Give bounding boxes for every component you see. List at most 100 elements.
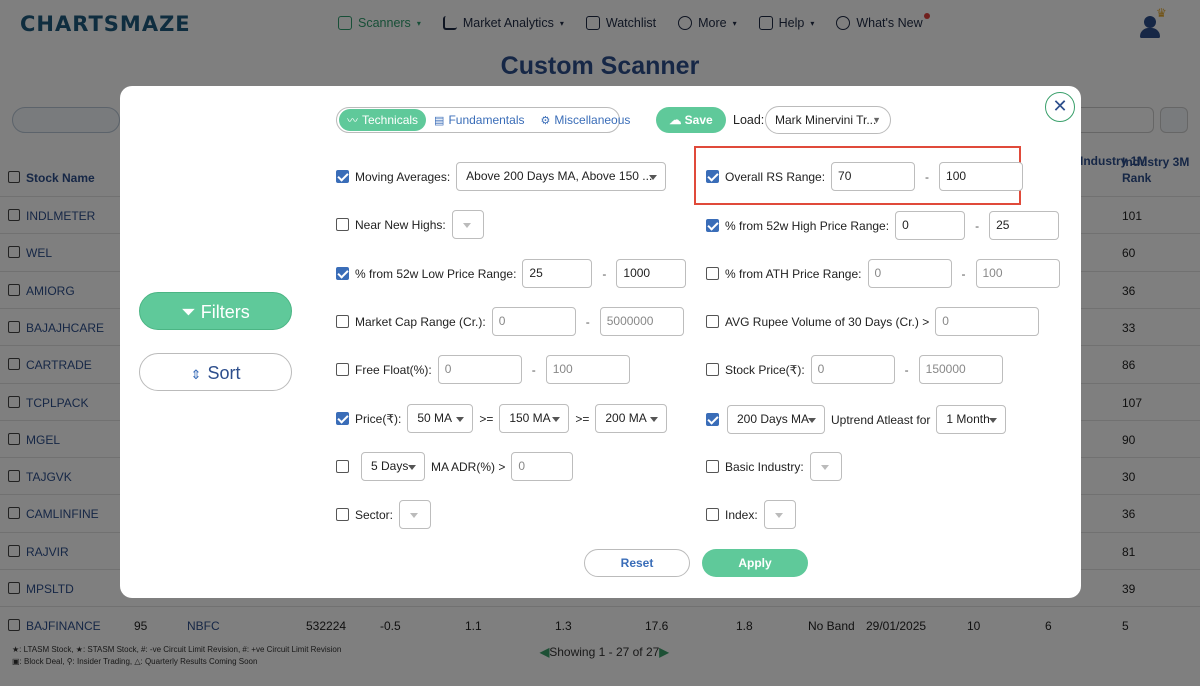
moving-averages-row: Moving Averages: Above 200 Days MA, Abov… bbox=[336, 162, 667, 191]
close-button[interactable]: ✕ bbox=[1045, 92, 1075, 122]
overall-rs-label: Overall RS Range: bbox=[725, 169, 826, 184]
low-price-range-row: % from 52w Low Price Range: 25 - 1000 bbox=[336, 259, 687, 288]
sector-checkbox[interactable] bbox=[336, 508, 349, 521]
range-dash: - bbox=[975, 218, 980, 233]
stock-price-min-input[interactable]: 0 bbox=[810, 355, 895, 384]
stock-price-max-input[interactable]: 150000 bbox=[918, 355, 1003, 384]
filters-label: Filters bbox=[200, 302, 250, 322]
ma-adr-checkbox[interactable] bbox=[336, 460, 349, 473]
price-ma2-select[interactable]: 150 MA bbox=[499, 404, 570, 433]
custom-scanner-modal: ✕ 〰 Technicals ▤ Fundamentals ⚙ Miscellaneo… bbox=[120, 86, 1081, 598]
near-new-highs-row: Near New Highs: bbox=[336, 210, 484, 239]
price-label: Price(₹): bbox=[355, 411, 402, 426]
uptrend-ma-select[interactable]: 200 Days MA bbox=[727, 405, 825, 434]
ma-adr-row: 5 Days MA ADR(%) > 0 bbox=[336, 452, 574, 481]
avg-rupee-volume-row: AVG Rupee Volume of 30 Days (Cr.) > 0 bbox=[706, 307, 1040, 336]
high-price-range-row: % from 52w High Price Range: 0 - 25 bbox=[706, 211, 1060, 240]
funnel-icon: ⏷ bbox=[181, 302, 201, 322]
uptrend-period-select[interactable]: 1 Month bbox=[936, 405, 1007, 434]
basic-industry-row: Basic Industry: bbox=[706, 452, 842, 481]
filters-button[interactable]: ⏷ Filters bbox=[139, 292, 292, 330]
high-price-min-input[interactable]: 0 bbox=[895, 211, 966, 240]
range-dash: - bbox=[904, 362, 909, 377]
uptrend-checkbox[interactable] bbox=[706, 413, 719, 426]
avg-rupee-volume-checkbox[interactable] bbox=[706, 315, 719, 328]
ma-adr-input[interactable]: 0 bbox=[511, 452, 574, 481]
price-ma3-select[interactable]: 200 MA bbox=[595, 404, 668, 433]
save-label: Save bbox=[684, 113, 713, 127]
uptrend-label: Uptrend Atleast for bbox=[831, 412, 931, 427]
overall-rs-max-input[interactable]: 100 bbox=[939, 162, 1024, 191]
range-dash: - bbox=[602, 266, 607, 281]
filter-tabs: 〰 Technicals ▤ Fundamentals ⚙ Miscellaneous bbox=[336, 107, 630, 133]
tab-fundamentals[interactable]: ▤ Fundamentals bbox=[426, 109, 532, 131]
ath-max-input[interactable]: 100 bbox=[975, 259, 1060, 288]
avg-rupee-volume-label: AVG Rupee Volume of 30 Days (Cr.) > bbox=[725, 314, 930, 329]
market-cap-max-input[interactable]: 5000000 bbox=[599, 307, 684, 336]
ma-adr-period-select[interactable]: 5 Days bbox=[361, 452, 425, 481]
index-label: Index: bbox=[725, 507, 758, 522]
stock-price-label: Stock Price(₹): bbox=[725, 362, 805, 377]
tab-miscellaneous-label: Miscellaneous bbox=[554, 113, 631, 127]
high-price-range-checkbox[interactable] bbox=[706, 219, 719, 232]
load-label: Load: bbox=[733, 113, 765, 127]
apply-button[interactable]: Apply bbox=[702, 549, 808, 577]
near-new-highs-select[interactable] bbox=[451, 210, 484, 239]
basic-industry-select[interactable] bbox=[809, 452, 842, 481]
free-float-checkbox[interactable] bbox=[336, 363, 349, 376]
range-dash: - bbox=[925, 169, 930, 184]
document-icon: ▤ bbox=[434, 115, 445, 127]
avg-rupee-volume-input[interactable]: 0 bbox=[935, 307, 1040, 336]
stock-price-checkbox[interactable] bbox=[706, 363, 719, 376]
price-op2: >= bbox=[575, 411, 590, 426]
market-cap-checkbox[interactable] bbox=[336, 315, 349, 328]
low-price-min-input[interactable]: 25 bbox=[522, 259, 593, 288]
low-price-max-input[interactable]: 1000 bbox=[616, 259, 687, 288]
high-price-max-input[interactable]: 25 bbox=[989, 211, 1060, 240]
range-dash: - bbox=[531, 362, 536, 377]
load-preset-select[interactable]: Mark Minervini Tr... ▼ bbox=[765, 106, 891, 134]
range-dash: - bbox=[585, 314, 590, 329]
overall-rs-row: Overall RS Range: 70 - 100 bbox=[706, 162, 1024, 191]
overall-rs-checkbox[interactable] bbox=[706, 170, 719, 183]
ma-adr-label: MA ADR(%) > bbox=[431, 459, 506, 474]
basic-industry-checkbox[interactable] bbox=[706, 460, 719, 473]
tab-fundamentals-label: Fundamentals bbox=[448, 113, 525, 127]
sort-button[interactable]: ⇕ Sort bbox=[139, 353, 292, 391]
tab-miscellaneous[interactable]: ⚙ Miscellaneous bbox=[532, 109, 638, 131]
free-float-min-input[interactable]: 0 bbox=[437, 355, 522, 384]
free-float-max-input[interactable]: 100 bbox=[545, 355, 630, 384]
free-float-label: Free Float(%): bbox=[355, 362, 432, 377]
low-price-range-checkbox[interactable] bbox=[336, 267, 349, 280]
stock-price-row: Stock Price(₹): 0 - 150000 bbox=[706, 355, 1003, 384]
index-checkbox[interactable] bbox=[706, 508, 719, 521]
tab-technicals[interactable]: 〰 Technicals bbox=[339, 109, 427, 131]
price-ma1-select[interactable]: 50 MA bbox=[407, 404, 474, 433]
moving-averages-checkbox[interactable] bbox=[336, 170, 349, 183]
price-ma-checkbox[interactable] bbox=[336, 412, 349, 425]
high-price-range-label: % from 52w High Price Range: bbox=[725, 218, 890, 233]
overall-rs-min-input[interactable]: 70 bbox=[831, 162, 916, 191]
near-new-highs-label: Near New Highs: bbox=[355, 217, 446, 232]
price-ma-row: Price(₹): 50 MA >= 150 MA >= 200 MA bbox=[336, 404, 668, 433]
tab-technicals-label: Technicals bbox=[362, 113, 419, 127]
ath-range-checkbox[interactable] bbox=[706, 267, 719, 280]
index-select[interactable] bbox=[763, 500, 796, 529]
market-cap-min-input[interactable]: 0 bbox=[491, 307, 576, 336]
save-button[interactable]: ☁ Save bbox=[656, 107, 726, 133]
near-new-highs-checkbox[interactable] bbox=[336, 218, 349, 231]
gears-icon: ⚙ bbox=[540, 115, 551, 127]
reset-button[interactable]: Reset bbox=[584, 549, 690, 577]
sector-row: Sector: bbox=[336, 500, 432, 529]
basic-industry-label: Basic Industry: bbox=[725, 459, 804, 474]
sort-icon: ⇕ bbox=[190, 367, 202, 382]
ath-min-input[interactable]: 0 bbox=[867, 259, 952, 288]
low-price-range-label: % from 52w Low Price Range: bbox=[355, 266, 517, 281]
moving-averages-select[interactable]: Above 200 Days MA, Above 150 ... bbox=[456, 162, 667, 191]
load-preset-value: Mark Minervini Tr... bbox=[775, 113, 877, 127]
sector-select[interactable] bbox=[399, 500, 432, 529]
range-dash: - bbox=[961, 266, 966, 281]
price-op1: >= bbox=[479, 411, 494, 426]
uptrend-row: 200 Days MA Uptrend Atleast for 1 Month bbox=[706, 405, 1007, 434]
trend-chart-icon: 〰 bbox=[347, 115, 358, 127]
